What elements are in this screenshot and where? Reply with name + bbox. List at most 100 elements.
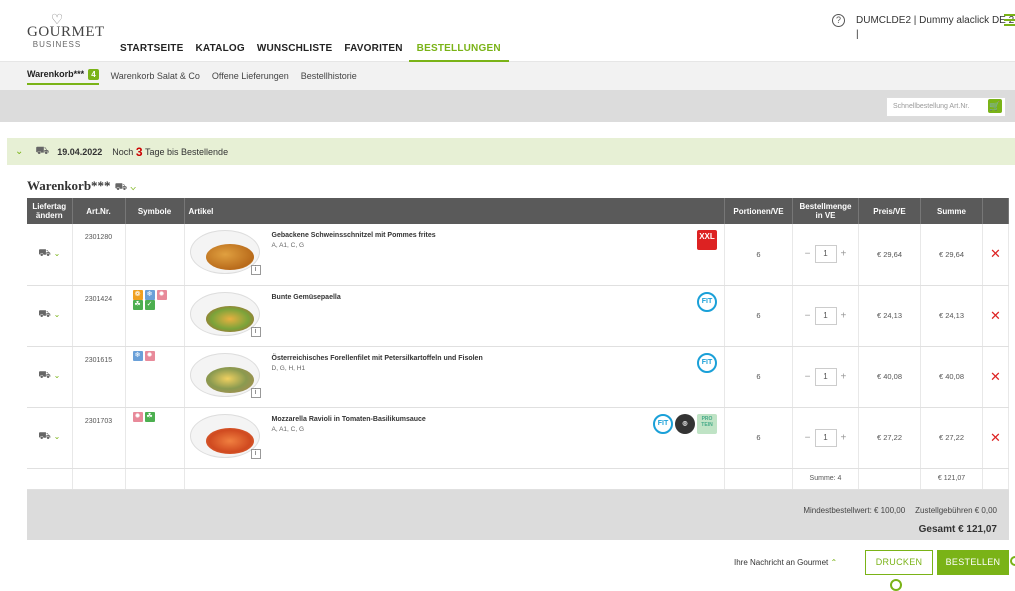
sum-count: Summe: 4 — [792, 468, 859, 490]
change-delivery-button[interactable]: ⛟ ⌄ — [27, 407, 73, 469]
info-icon[interactable]: i — [250, 326, 261, 337]
row-sum: € 24,13 — [920, 285, 983, 347]
tab-bestellhistorie[interactable]: Bestellhistorie — [301, 69, 357, 83]
product-name[interactable]: Österreichisches Forellenfilet mit Peter… — [272, 355, 483, 362]
user-account[interactable]: DUMCLDE2 | Dummy alaclick DE 2 | — [856, 14, 1015, 42]
delete-icon[interactable]: ✕ — [982, 346, 1009, 408]
truck-icon: ⛟ — [38, 431, 51, 442]
chevron-down-icon: ⌄ — [53, 432, 61, 441]
col-artnr: Art.Nr. — [72, 198, 126, 224]
tab-offene-lieferungen[interactable]: Offene Lieferungen — [212, 69, 289, 83]
action-bar: Ihre Nachricht an Gourmet ⌃ DRUCKEN BEST… — [0, 550, 1015, 591]
leaf-icon: ☘ — [144, 411, 155, 422]
plus-button[interactable]: + — [841, 371, 847, 382]
search-icon[interactable] — [890, 579, 902, 591]
minus-button[interactable]: − — [805, 249, 811, 260]
chevron-down-icon: ⌄ — [53, 248, 61, 258]
leaf-icon: ☘ — [132, 299, 143, 310]
quantity-input[interactable]: 1 — [814, 428, 837, 447]
change-delivery-button[interactable]: ⛟ ⌄ — [27, 224, 73, 286]
sun-icon: ✹ — [132, 411, 143, 422]
nav-favoriten[interactable]: FAVORITEN — [338, 40, 408, 62]
tab-warenkorb-salat[interactable]: Warenkorb Salat & Co — [111, 69, 200, 83]
min-order-value: Mindestbestellwert: € 100,00 — [803, 506, 906, 515]
product-name[interactable]: Mozzarella Ravioli in Tomaten-Basilikums… — [272, 416, 426, 423]
deadline-days: 3 — [135, 144, 143, 159]
product-image[interactable] — [189, 352, 260, 397]
message-toggle[interactable]: Ihre Nachricht an Gourmet ⌃ — [734, 558, 837, 567]
deadline-prefix: Noch — [112, 146, 134, 157]
quantity-stepper: −1 + — [792, 346, 859, 408]
minus-button[interactable]: − — [805, 310, 811, 321]
portions: 6 — [724, 285, 793, 347]
change-delivery-button[interactable]: ⛟ ⌄ — [27, 346, 73, 408]
nav-bestellungen[interactable]: BESTELLUNGEN — [408, 40, 509, 62]
nav-wunschliste[interactable]: WUNSCHLISTE — [251, 40, 339, 62]
chat-icon[interactable] — [1010, 556, 1015, 566]
chevron-down-icon: ⌄ — [129, 182, 137, 193]
col-preis: Preis/VE — [858, 198, 921, 224]
row-sum: € 27,22 — [920, 407, 983, 469]
cold-icon: ❄ — [144, 289, 155, 300]
nav-katalog[interactable]: KATALOG — [189, 40, 250, 62]
article-number: 2301424 — [72, 285, 126, 347]
symbols-cell — [125, 224, 185, 286]
delete-icon[interactable]: ✕ — [982, 224, 1009, 286]
vegetarian-icon: ❁ — [132, 289, 143, 300]
delete-icon[interactable]: ✕ — [982, 285, 1009, 347]
table-row: ⛟ ⌄ 2301424 ❁ ❄ ✹ ☘ ✓ i Bunte Gemüsepaella … — [27, 285, 1009, 347]
tab-warenkorb[interactable]: Warenkorb*** 4 — [27, 67, 99, 85]
fit-label-icon: FIT — [697, 291, 717, 312]
info-icon[interactable]: i — [250, 448, 261, 459]
row-sum: € 40,08 — [920, 346, 983, 408]
minus-button[interactable]: − — [805, 432, 811, 443]
product-cell: i Mozzarella Ravioli in Tomaten-Basiliku… — [184, 407, 725, 469]
truck-icon: ⛟ — [38, 247, 51, 259]
product-name[interactable]: Bunte Gemüsepaella — [272, 294, 341, 301]
chevron-down-icon: ⌄ — [53, 371, 61, 380]
nav-startseite[interactable]: STARTSEITE — [114, 40, 189, 62]
product-image[interactable] — [189, 413, 260, 458]
print-button[interactable]: DRUCKEN — [865, 550, 933, 575]
change-delivery-button[interactable]: ⛟ ⌄ — [27, 285, 73, 347]
product-name[interactable]: Gebackene Schweinsschnitzel mit Pommes f… — [272, 232, 436, 239]
plus-button[interactable]: + — [841, 432, 847, 443]
menu-icon[interactable] — [1004, 14, 1015, 29]
delete-icon[interactable]: ✕ — [982, 407, 1009, 469]
info-icon[interactable]: i — [250, 265, 261, 275]
plus-button[interactable]: + — [841, 249, 847, 260]
quantity-input[interactable]: 1 — [814, 306, 837, 325]
delivery-date-bar[interactable]: ⌄ ⛟ 19.04.2022 Noch 3 Tage bis Bestellen… — [7, 138, 1015, 165]
plus-button[interactable]: + — [841, 310, 847, 321]
order-button[interactable]: BESTELLEN — [937, 550, 1009, 575]
cart-add-icon[interactable]: 🛒 — [988, 99, 1002, 113]
sun-icon: ✹ — [156, 289, 167, 300]
product-labels: FIT — [697, 352, 717, 373]
sum-empty — [184, 468, 725, 490]
quantity-input[interactable]: 1 — [814, 367, 837, 386]
cart-count-badge: 4 — [88, 69, 99, 80]
minus-button[interactable]: − — [805, 371, 811, 382]
product-cell: i Bunte Gemüsepaella FIT — [184, 285, 725, 347]
sum-empty — [724, 468, 793, 490]
product-image[interactable] — [189, 230, 260, 274]
grand-total: Gesamt € 121,07 — [918, 524, 997, 535]
chevron-down-icon[interactable]: ⌄ — [15, 146, 23, 157]
tab-warenkorb-label: Warenkorb*** — [27, 69, 85, 79]
sun-icon: ✹ — [144, 350, 155, 361]
cart-table: Liefertag ändern Art.Nr. Symbole Artikel… — [27, 198, 1009, 490]
truck-icon: ⛟ — [38, 370, 51, 381]
cart-delivery-toggle[interactable]: ⛟ ⌄ — [115, 182, 137, 193]
product-image[interactable] — [189, 291, 260, 336]
product-labels: XXL — [697, 230, 717, 250]
allergen-codes: A, A1, C, G — [271, 242, 305, 249]
logo-sub: BUSINESS — [32, 40, 82, 49]
quantity-input[interactable]: 1 — [814, 245, 837, 264]
badge-circle-icon: ◎ — [675, 413, 695, 434]
sum-empty — [72, 468, 126, 490]
gourmet-logo[interactable]: ♡ GOURMET BUSINESS — [27, 12, 104, 50]
help-icon[interactable]: ? — [832, 14, 845, 27]
sum-empty — [125, 468, 185, 490]
col-artikel: Artikel — [184, 198, 725, 224]
info-icon[interactable]: i — [250, 387, 261, 398]
